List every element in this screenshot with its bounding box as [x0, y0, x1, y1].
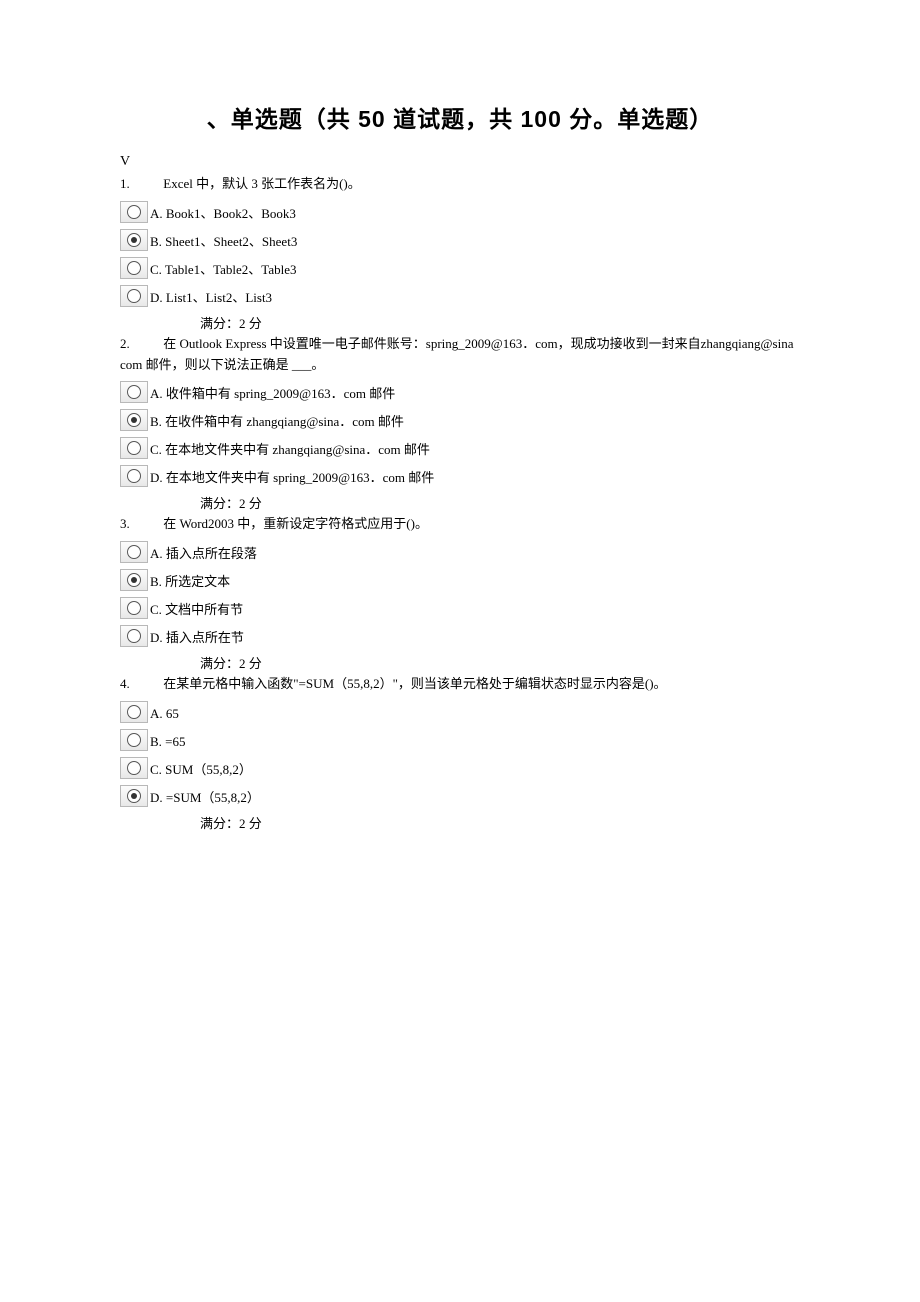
- option-label: A. 65: [150, 706, 179, 723]
- radio-icon[interactable]: [120, 757, 148, 779]
- score-line: 满分：2 分: [200, 493, 800, 512]
- radio-icon[interactable]: [120, 541, 148, 563]
- radio-icon[interactable]: [120, 785, 148, 807]
- page-title: 、单选题（共 50 道试题，共 100 分。单选题）: [120, 100, 800, 134]
- score-line: 满分：2 分: [200, 653, 800, 672]
- radio-icon[interactable]: [120, 285, 148, 307]
- question-text: 1. Excel 中，默认 3 张工作表名为()。: [120, 174, 800, 195]
- option-row[interactable]: C. 文档中所有节: [120, 597, 800, 619]
- question-body: 在 Word2003 中，重新设定字符格式应用于()。: [163, 516, 428, 531]
- radio-icon[interactable]: [120, 701, 148, 723]
- option-label: C. 在本地文件夹中有 zhangqiang@sina．com 邮件: [150, 439, 430, 459]
- radio-icon[interactable]: [120, 437, 148, 459]
- score-line: 满分：2 分: [200, 813, 800, 832]
- option-row[interactable]: B. Sheet1、Sheet2、Sheet3: [120, 229, 800, 251]
- question-text: 2. 在 Outlook Express 中设置唯一电子邮件账号：spring_…: [120, 334, 800, 376]
- option-row[interactable]: A. 收件箱中有 spring_2009@163．com 邮件: [120, 381, 800, 403]
- intro-text: V: [120, 154, 800, 170]
- option-row[interactable]: D. List1、List2、List3: [120, 285, 800, 307]
- question-text: 3. 在 Word2003 中，重新设定字符格式应用于()。: [120, 514, 800, 535]
- option-label: B. 在收件箱中有 zhangqiang@sina．com 邮件: [150, 411, 404, 431]
- option-row[interactable]: B. 所选定文本: [120, 569, 800, 591]
- radio-icon[interactable]: [120, 201, 148, 223]
- option-row[interactable]: A. Book1、Book2、Book3: [120, 201, 800, 223]
- question-body: 在某单元格中输入函数"=SUM（55,8,2）"，则当该单元格处于编辑状态时显示…: [163, 676, 666, 691]
- radio-icon[interactable]: [120, 257, 148, 279]
- option-label: D. =SUM（55,8,2）: [150, 787, 260, 807]
- option-label: D. 插入点所在节: [150, 627, 244, 647]
- option-row[interactable]: A. 插入点所在段落: [120, 541, 800, 563]
- option-row[interactable]: B. 在收件箱中有 zhangqiang@sina．com 邮件: [120, 409, 800, 431]
- option-row[interactable]: C. 在本地文件夹中有 zhangqiang@sina．com 邮件: [120, 437, 800, 459]
- option-label: C. Table1、Table2、Table3: [150, 259, 297, 279]
- option-row[interactable]: D. 插入点所在节: [120, 625, 800, 647]
- option-label: B. =65: [150, 734, 186, 751]
- question-body: 在 Outlook Express 中设置唯一电子邮件账号：spring_200…: [120, 336, 793, 372]
- option-label: C. 文档中所有节: [150, 599, 243, 619]
- question-number: 1.: [120, 174, 160, 195]
- radio-icon[interactable]: [120, 569, 148, 591]
- question-text: 4. 在某单元格中输入函数"=SUM（55,8,2）"，则当该单元格处于编辑状态…: [120, 674, 800, 695]
- option-row[interactable]: A. 65: [120, 701, 800, 723]
- radio-icon[interactable]: [120, 465, 148, 487]
- question-body: Excel 中，默认 3 张工作表名为()。: [163, 176, 361, 191]
- option-label: D. 在本地文件夹中有 spring_2009@163．com 邮件: [150, 467, 434, 487]
- option-row[interactable]: B. =65: [120, 729, 800, 751]
- option-row[interactable]: D. 在本地文件夹中有 spring_2009@163．com 邮件: [120, 465, 800, 487]
- option-label: B. 所选定文本: [150, 571, 230, 591]
- option-label: B. Sheet1、Sheet2、Sheet3: [150, 231, 297, 251]
- radio-icon[interactable]: [120, 597, 148, 619]
- option-label: A. Book1、Book2、Book3: [150, 203, 296, 223]
- score-line: 满分：2 分: [200, 313, 800, 332]
- question-number: 4.: [120, 674, 160, 695]
- radio-icon[interactable]: [120, 625, 148, 647]
- radio-icon[interactable]: [120, 729, 148, 751]
- radio-icon[interactable]: [120, 381, 148, 403]
- radio-icon[interactable]: [120, 409, 148, 431]
- option-row[interactable]: C. Table1、Table2、Table3: [120, 257, 800, 279]
- option-label: D. List1、List2、List3: [150, 287, 272, 307]
- option-row[interactable]: D. =SUM（55,8,2）: [120, 785, 800, 807]
- option-label: A. 插入点所在段落: [150, 543, 257, 563]
- option-label: C. SUM（55,8,2）: [150, 759, 252, 779]
- option-row[interactable]: C. SUM（55,8,2）: [120, 757, 800, 779]
- option-label: A. 收件箱中有 spring_2009@163．com 邮件: [150, 383, 395, 403]
- question-number: 3.: [120, 514, 160, 535]
- question-number: 2.: [120, 334, 160, 355]
- radio-icon[interactable]: [120, 229, 148, 251]
